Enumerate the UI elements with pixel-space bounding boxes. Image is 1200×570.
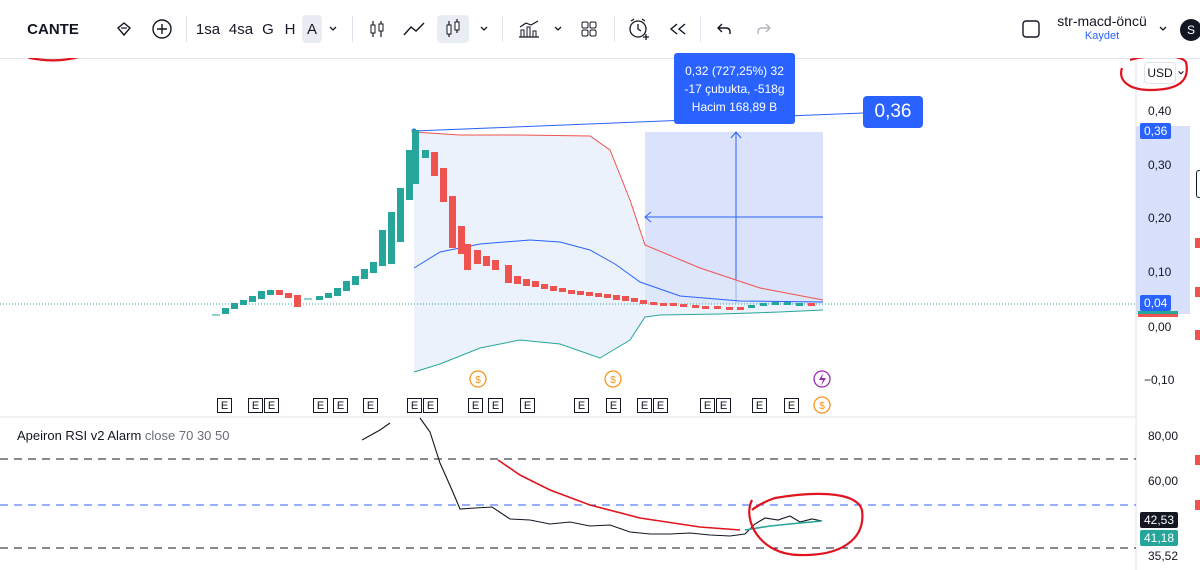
price-tick: 0,00 xyxy=(1148,320,1172,334)
indicator-legend[interactable]: Apeiron RSI v2 Alarm close 70 30 50 xyxy=(17,428,229,443)
earnings-marker[interactable]: E xyxy=(520,398,535,413)
chevron-down-icon[interactable] xyxy=(477,15,491,43)
measure-bars: -17 çubukta, -518g xyxy=(684,81,785,96)
script-name: str-macd-öncü xyxy=(1057,13,1147,29)
divider xyxy=(352,16,353,42)
earnings-marker[interactable]: E xyxy=(637,398,652,413)
earnings-marker[interactable]: E xyxy=(488,398,503,413)
earnings-marker[interactable]: E xyxy=(423,398,438,413)
indicator-params: close 70 30 50 xyxy=(144,428,230,443)
layout-grid-icon[interactable] xyxy=(575,15,603,43)
undo-icon[interactable] xyxy=(710,15,738,43)
interval-1h[interactable]: 1sa xyxy=(195,15,221,43)
earnings-marker[interactable]: E xyxy=(574,398,589,413)
earnings-marker[interactable]: E xyxy=(363,398,378,413)
rsi-line xyxy=(361,417,823,537)
rsi-tick: 35,52 xyxy=(1148,549,1179,563)
chevron-down-icon[interactable] xyxy=(326,15,340,43)
indicators-icon[interactable] xyxy=(514,15,544,43)
low-price-tag: 0,04 xyxy=(1140,295,1172,311)
price-tick: 0,10 xyxy=(1148,265,1172,279)
script-name-block[interactable]: str-macd-öncü Kaydet xyxy=(1052,13,1152,42)
measure-tooltip: 0,32 (727,25%) 32 -17 çubukta, -518g Hac… xyxy=(674,53,795,124)
chart-canvas[interactable]: $ $ $ xyxy=(0,58,1200,570)
scroll-handle[interactable] xyxy=(1196,170,1200,198)
line-chart-icon[interactable] xyxy=(400,15,428,43)
earnings-marker[interactable]: E xyxy=(653,398,668,413)
divider xyxy=(700,16,701,42)
alert-marker xyxy=(1195,238,1200,248)
alert-marker xyxy=(1195,455,1200,465)
earnings-marker[interactable]: E xyxy=(716,398,731,413)
price-tick: −0,10 xyxy=(1144,373,1175,387)
redo-icon[interactable] xyxy=(750,15,778,43)
rsi-value-tag: 42,53 xyxy=(1140,512,1179,528)
indicator-name: Apeiron RSI v2 Alarm xyxy=(17,428,142,443)
divider xyxy=(614,16,615,42)
rsi-signal-red xyxy=(497,459,741,531)
earnings-marker[interactable]: E xyxy=(313,398,328,413)
interval-week[interactable]: H xyxy=(282,15,298,43)
current-price-tag: 0,36 xyxy=(1140,123,1172,139)
rsi-signal-green xyxy=(744,520,823,531)
price-tick: 0,40 xyxy=(1148,104,1172,118)
svg-text:$: $ xyxy=(475,375,481,386)
measure-volume: Hacim 168,89 B xyxy=(691,99,778,114)
interval-day[interactable]: G xyxy=(260,15,276,43)
interval-4h[interactable]: 4sa xyxy=(228,15,254,43)
replay-icon[interactable] xyxy=(664,15,692,43)
split-marker[interactable]: $ xyxy=(469,370,487,388)
alert-clock-icon[interactable] xyxy=(624,15,654,43)
chevron-down-icon[interactable] xyxy=(1156,15,1170,43)
bar-style-icon[interactable] xyxy=(364,15,390,43)
price-tick: 0,20 xyxy=(1148,211,1172,225)
earnings-marker[interactable]: E xyxy=(468,398,483,413)
price-label-callout[interactable]: 0,36 xyxy=(863,96,923,128)
currency-selector[interactable]: USD xyxy=(1144,62,1176,84)
symbol-search-button[interactable]: CANTE xyxy=(18,15,88,43)
earnings-marker[interactable]: E xyxy=(407,398,422,413)
compare-add-icon[interactable] xyxy=(148,15,176,43)
rsi-tick: 60,00 xyxy=(1148,474,1179,488)
rsi-signal-tag: 41,18 xyxy=(1140,530,1179,546)
flash-marker[interactable] xyxy=(813,370,831,388)
avatar[interactable]: S xyxy=(1180,19,1200,41)
svg-text:$: $ xyxy=(819,401,825,412)
earnings-marker[interactable]: E xyxy=(606,398,621,413)
save-link[interactable]: Kaydet xyxy=(1052,30,1152,42)
earnings-marker[interactable]: E xyxy=(784,398,799,413)
earnings-marker[interactable]: E xyxy=(752,398,767,413)
alert-marker xyxy=(1195,330,1200,340)
alert-marker xyxy=(1195,500,1200,510)
split-marker[interactable]: $ xyxy=(813,396,831,414)
earnings-marker[interactable]: E xyxy=(700,398,715,413)
earnings-marker[interactable]: E xyxy=(333,398,348,413)
candles-icon[interactable] xyxy=(437,15,469,43)
measure-change: 0,32 (727,25%) 32 xyxy=(685,63,784,78)
divider xyxy=(502,16,503,42)
alert-marker xyxy=(1195,287,1200,297)
watchlist-diamond-icon[interactable] xyxy=(112,15,136,43)
svg-text:$: $ xyxy=(610,375,616,386)
interval-month[interactable]: A xyxy=(302,15,322,43)
rsi-tick: 80,00 xyxy=(1148,429,1179,443)
chevron-down-icon[interactable] xyxy=(1177,64,1185,82)
earnings-marker[interactable]: E xyxy=(248,398,263,413)
earnings-marker[interactable]: E xyxy=(264,398,279,413)
price-tick: 0,30 xyxy=(1148,158,1172,172)
axis-marker-red xyxy=(1138,314,1178,317)
checkbox-square-icon[interactable] xyxy=(1018,15,1044,43)
earnings-marker[interactable]: E xyxy=(217,398,232,413)
chevron-down-icon[interactable] xyxy=(551,15,565,43)
top-toolbar: CANTE 1sa 4sa G H A str-macd-öncü Kaydet… xyxy=(0,0,1200,59)
trend-line xyxy=(413,112,864,132)
split-marker[interactable]: $ xyxy=(604,370,622,388)
divider xyxy=(186,16,187,42)
